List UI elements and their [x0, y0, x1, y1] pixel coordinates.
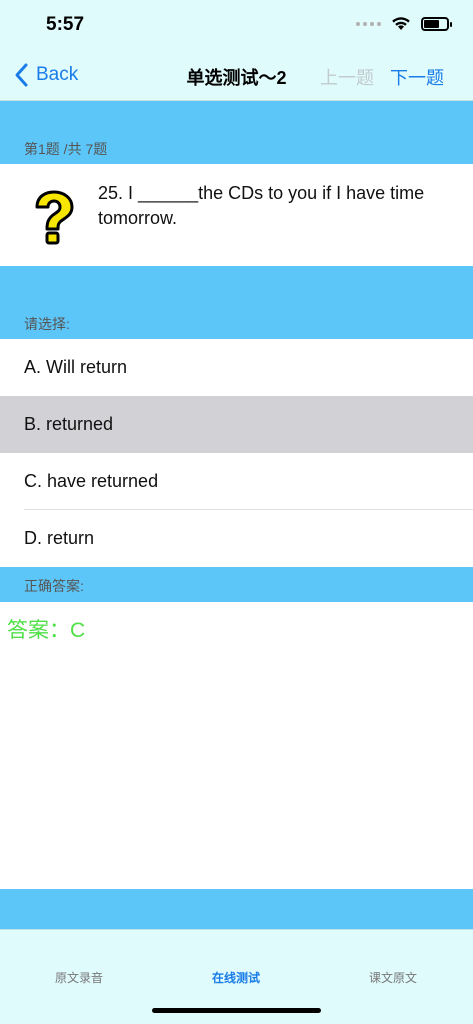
tab-original-text[interactable]: 课文原文	[343, 969, 443, 986]
tab-online-test[interactable]: 在线测试	[186, 969, 286, 986]
question-counter: 第1题 /共 7题	[24, 141, 108, 157]
answer-text: 答案：C	[7, 619, 86, 642]
battery-icon	[421, 16, 452, 31]
option-d[interactable]: D. return	[0, 510, 473, 567]
question-counter-band: 第1题 /共 7题	[0, 101, 473, 164]
bottom-band	[0, 889, 473, 929]
status-time: 5:57	[46, 14, 85, 35]
option-b[interactable]: B. returned	[0, 396, 473, 453]
answer-section-label: 正确答案:	[24, 578, 84, 594]
question-text: 25. I ______the CDs to you if I have tim…	[98, 183, 425, 228]
prev-question-button[interactable]: 上一题	[320, 64, 374, 90]
status-icons	[356, 16, 452, 31]
option-label: B. returned	[24, 414, 114, 434]
back-button[interactable]: Back	[12, 62, 78, 88]
answer-band: 正确答案:	[0, 567, 473, 602]
back-label: Back	[36, 64, 79, 85]
status-bar: 5:57	[0, 0, 473, 50]
option-label: C. have returned	[24, 471, 159, 491]
choose-band: 请选择:	[0, 266, 473, 339]
question-card: 25. I ______the CDs to you if I have tim…	[0, 164, 473, 266]
option-label: A. Will return	[24, 357, 128, 377]
nav-bar: Back 单选测试～2 上一题 下一题	[0, 50, 473, 101]
chevron-left-icon	[15, 63, 28, 87]
option-a[interactable]: A. Will return	[0, 339, 473, 396]
signal-icon	[356, 21, 381, 26]
option-c[interactable]: C. have returned	[0, 453, 473, 510]
choose-label: 请选择:	[24, 316, 70, 332]
next-question-button[interactable]: 下一题	[390, 64, 444, 90]
tab-original-audio[interactable]: 原文录音	[29, 969, 129, 986]
wifi-icon	[392, 17, 410, 30]
home-indicator	[152, 1008, 321, 1013]
question-mark-icon	[35, 190, 74, 245]
option-label: D. return	[24, 528, 95, 548]
